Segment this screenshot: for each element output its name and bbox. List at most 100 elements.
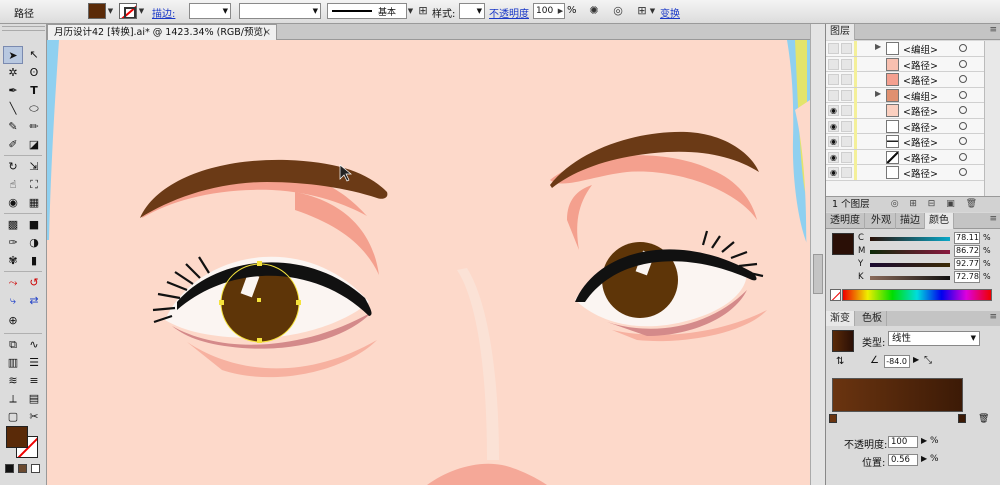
blend-tool-icon[interactable]: ◑ — [24, 234, 44, 252]
stroke-color-swatch[interactable] — [119, 3, 137, 19]
lock-toggle[interactable] — [841, 105, 852, 116]
default-colors-icon[interactable] — [5, 464, 14, 473]
layer-row[interactable]: ▶ <编组> — [826, 41, 984, 57]
stroke-dropdown-arrow[interactable]: ▼ — [137, 3, 146, 19]
color-preview-swatch[interactable] — [832, 233, 854, 255]
reflect-tool-icon[interactable]: ⇄ — [24, 292, 44, 310]
black-slider[interactable]: K 72.78% — [858, 271, 998, 284]
gradient-type-select[interactable]: 线性 ▼ — [888, 331, 980, 346]
stroke-weight-link[interactable]: 描边: — [152, 5, 175, 20]
eye-icon[interactable]: ◉ — [828, 136, 839, 147]
panel-menu-icon[interactable]: ≡ — [989, 214, 997, 224]
layer-row[interactable]: ◉ <路径> — [826, 134, 984, 150]
tab-swatches[interactable]: 色板 — [858, 311, 887, 327]
visibility-toggle-icon[interactable] — [828, 43, 839, 54]
brush-options-icon[interactable]: ⊞ — [414, 3, 432, 19]
artboard-tool-icon[interactable]: ⧉ — [3, 336, 23, 354]
position-dropdown-arrow[interactable]: ▶ — [921, 454, 927, 463]
column-graph-tool-icon[interactable]: ▮ — [24, 252, 44, 270]
type-tool-icon[interactable]: T — [24, 82, 44, 100]
layer-row[interactable]: ◉ <路径> — [826, 149, 984, 165]
gradient-slider[interactable] — [832, 378, 963, 412]
channel-value[interactable]: 78.11 — [954, 232, 980, 244]
list-tool-icon[interactable]: ≡ — [24, 372, 44, 390]
transform-link[interactable]: 变换 — [660, 5, 680, 20]
scissors-tool-icon[interactable]: ✂ — [24, 408, 44, 426]
none-mode-icon[interactable] — [31, 464, 40, 473]
crosshair-tool-icon[interactable]: ⊕ — [3, 312, 23, 330]
eyedropper-tool-icon[interactable]: ✑ — [3, 234, 23, 252]
gradient-preview-swatch[interactable] — [832, 330, 854, 352]
symbol-sprayer-tool-icon[interactable]: ✾ — [3, 252, 23, 270]
lock-toggle[interactable] — [841, 151, 852, 163]
visibility-toggle-icon[interactable] — [828, 74, 839, 85]
line-tool-icon[interactable]: ╲ — [3, 100, 23, 118]
lock-toggle[interactable] — [841, 58, 852, 70]
rotate-tool-icon[interactable]: ↻ — [3, 158, 23, 176]
channel-value[interactable]: 72.78 — [954, 271, 980, 283]
symbol-icon[interactable]: ◎ — [609, 3, 627, 19]
panel-menu-icon[interactable]: ≡ — [989, 25, 997, 35]
shape-builder-tool-icon[interactable]: ◉ — [3, 194, 23, 212]
warp-shape-tool-icon[interactable]: ≋ — [3, 372, 23, 390]
bar-graph-tool-icon[interactable]: ☰ — [24, 354, 44, 372]
artboard-canvas[interactable] — [47, 40, 810, 485]
aspect-ratio-icon[interactable]: ⤡ — [924, 355, 932, 366]
target-icon[interactable] — [959, 106, 967, 114]
scrollbar-thumb[interactable] — [813, 254, 823, 294]
channel-value[interactable]: 86.72 — [954, 245, 980, 257]
lock-toggle[interactable] — [841, 74, 852, 85]
gradient-tool-icon[interactable]: ■ — [24, 216, 44, 234]
direct-selection-tool-icon[interactable]: ↖ — [24, 46, 44, 64]
layer-row[interactable]: ◉ <路径> — [826, 118, 984, 134]
visibility-toggle-icon[interactable] — [828, 58, 839, 70]
tab-gradient[interactable]: 渐变 — [826, 311, 855, 327]
gradient-stop-left[interactable] — [829, 414, 837, 423]
align-dropdown-arrow[interactable]: ▼ — [648, 3, 657, 19]
tab-transparency[interactable]: 透明度 — [826, 213, 865, 229]
anchor-point[interactable] — [219, 300, 224, 305]
recolor-artwork-icon[interactable]: ✺ — [585, 3, 603, 19]
mesh-tool-icon[interactable]: ▩ — [3, 216, 23, 234]
lasso-tool-icon[interactable]: ʘ — [24, 64, 44, 82]
anchor-point[interactable] — [257, 338, 262, 343]
expand-arrow-icon[interactable]: ▶ — [875, 89, 881, 98]
lock-toggle[interactable] — [841, 89, 852, 101]
width-tool-icon[interactable]: ⤳ — [3, 274, 23, 292]
lock-toggle[interactable] — [841, 136, 852, 147]
perspective-tool-icon[interactable]: ▦ — [24, 194, 44, 212]
layers-scrollbar[interactable] — [984, 41, 1000, 196]
measure-tool-icon[interactable]: ⟂ — [3, 390, 23, 408]
opacity-link[interactable]: 不透明度 — [489, 5, 529, 20]
stack-tool-icon[interactable]: ▤ — [24, 390, 44, 408]
panel-menu-icon[interactable]: ≡ — [989, 312, 997, 322]
blob-brush-tool-icon[interactable]: ✐ — [3, 136, 23, 154]
none-color-swatch[interactable] — [830, 289, 841, 301]
reverse-gradient-icon[interactable]: ⇅ — [836, 356, 844, 367]
gradient-opacity-input[interactable]: 100 — [888, 436, 918, 448]
target-icon[interactable] — [959, 168, 967, 176]
expand-arrow-icon[interactable]: ▶ — [875, 42, 881, 51]
layer-actions-icons[interactable]: ◎ ⊞ ⊟ ▣ 🗑 — [891, 197, 981, 212]
fill-color-swatch[interactable] — [88, 3, 106, 19]
angle-input[interactable]: -84.0 — [884, 355, 910, 368]
variable-width-profile[interactable]: ▼ — [239, 3, 321, 19]
graphic-style-swatch[interactable]: ▼ — [459, 3, 485, 19]
anchor-point[interactable] — [296, 300, 301, 305]
tab-stroke[interactable]: 描边 — [896, 213, 925, 229]
document-tab[interactable]: 月历设计42 [转换].ai* @ 1423.34% (RGB/预览) × — [47, 24, 277, 40]
target-icon[interactable] — [959, 137, 967, 145]
eye-icon[interactable]: ◉ — [828, 167, 839, 178]
paintbrush-tool-icon[interactable]: ✎ — [3, 118, 23, 136]
layer-row[interactable]: ◉ <路径> — [826, 103, 984, 119]
target-icon[interactable] — [959, 75, 967, 83]
fill-color-box[interactable] — [6, 426, 28, 448]
yellow-slider[interactable]: Y 92.77% — [858, 258, 998, 271]
selection-tool-icon[interactable]: ➤ — [3, 46, 23, 64]
lock-toggle[interactable] — [841, 167, 852, 178]
anchor-point[interactable] — [257, 261, 262, 266]
close-tab-icon[interactable]: × — [263, 25, 271, 40]
fill-dropdown-arrow[interactable]: ▼ — [106, 3, 115, 19]
opacity-dropdown-arrow[interactable]: ▶ — [921, 436, 927, 445]
target-icon[interactable] — [959, 59, 967, 68]
